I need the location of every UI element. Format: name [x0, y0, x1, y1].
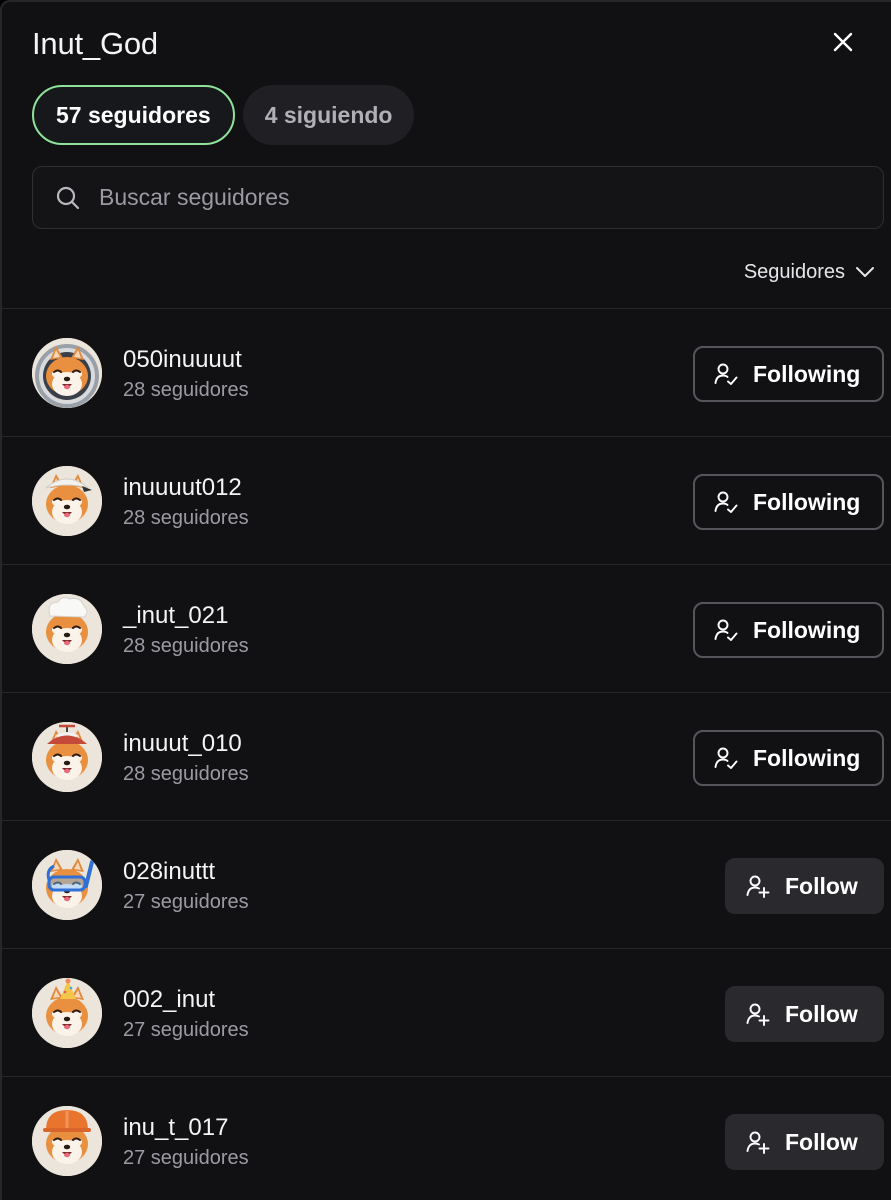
search-icon: [55, 185, 81, 211]
dialog-title: Inut_God: [32, 26, 158, 61]
avatar[interactable]: [32, 978, 102, 1048]
user-check-icon: [713, 489, 739, 515]
user-plus-icon: [745, 873, 771, 899]
search-input[interactable]: [99, 184, 799, 211]
username[interactable]: 050inuuuut: [123, 346, 242, 374]
avatar[interactable]: [32, 338, 102, 408]
username[interactable]: _inut_021: [123, 602, 228, 630]
user-plus-icon: [745, 1001, 771, 1027]
follow-button[interactable]: Follow: [725, 1114, 884, 1170]
following-button[interactable]: Following: [693, 474, 884, 530]
follower-row-_inut_021: _inut_021 28 seguidores Following: [2, 564, 891, 692]
avatar[interactable]: [32, 1106, 102, 1176]
user-plus-icon: [745, 1129, 771, 1155]
tab-bar: 57 seguidores 4 siguiendo: [32, 85, 415, 145]
follow-button-label: Following: [753, 360, 861, 387]
follower-row-inuuut_010: inuuut_010 28 seguidores Following: [2, 692, 891, 820]
follow-button-label: Follow: [785, 1000, 858, 1027]
follow-button-label: Follow: [785, 872, 858, 899]
dialog-header: Inut_God: [32, 22, 871, 66]
chevron-down-icon: [856, 267, 874, 277]
following-button[interactable]: Following: [693, 346, 884, 402]
user-check-icon: [713, 361, 739, 387]
avatar[interactable]: [32, 850, 102, 920]
followers-list: 050inuuuut 28 seguidores Following inuuu…: [2, 308, 891, 1200]
avatar[interactable]: [32, 722, 102, 792]
follow-button-label: Following: [753, 744, 861, 771]
following-button[interactable]: Following: [693, 730, 884, 786]
avatar[interactable]: [32, 466, 102, 536]
username[interactable]: 002_inut: [123, 986, 215, 1014]
follower-count: 27 seguidores: [123, 1147, 249, 1169]
follower-count: 27 seguidores: [123, 891, 249, 913]
username[interactable]: inuuut_010: [123, 730, 242, 758]
follow-button-label: Following: [753, 488, 861, 515]
follower-count: 28 seguidores: [123, 635, 249, 657]
close-icon: [833, 32, 853, 52]
close-button[interactable]: [827, 26, 859, 58]
follow-button-label: Follow: [785, 1128, 858, 1155]
avatar[interactable]: [32, 594, 102, 664]
follow-button[interactable]: Follow: [725, 986, 884, 1042]
follower-row-028inuttt: 028inuttt 27 seguidores Follow: [2, 820, 891, 948]
tab-followers[interactable]: 57 seguidores: [32, 85, 235, 145]
following-button[interactable]: Following: [693, 602, 884, 658]
username[interactable]: inu_t_017: [123, 1114, 228, 1142]
follower-row-002_inut: 002_inut 27 seguidores Follow: [2, 948, 891, 1076]
follower-count: 28 seguidores: [123, 507, 249, 529]
search-bar: [32, 166, 884, 229]
follow-button[interactable]: Follow: [725, 858, 884, 914]
username[interactable]: 028inuttt: [123, 858, 215, 886]
follower-count: 28 seguidores: [123, 379, 249, 401]
follower-row-inuuuut012: inuuuut012 28 seguidores Following: [2, 436, 891, 564]
sort-label: Seguidores: [743, 260, 845, 283]
followers-dialog: Inut_God 57 seguidores 4 siguiendo Segui…: [0, 0, 891, 1200]
follower-count: 28 seguidores: [123, 763, 249, 785]
follower-count: 27 seguidores: [123, 1019, 249, 1041]
username[interactable]: inuuuut012: [123, 474, 242, 502]
sort-dropdown[interactable]: Seguidores: [744, 258, 875, 286]
follower-row-inu_t_017: inu_t_017 27 seguidores Follow: [2, 1076, 891, 1200]
user-check-icon: [713, 617, 739, 643]
user-check-icon: [713, 745, 739, 771]
follower-row-050inuuuut: 050inuuuut 28 seguidores Following: [2, 308, 891, 436]
tab-following[interactable]: 4 siguiendo: [242, 85, 415, 145]
follow-button-label: Following: [753, 616, 861, 643]
